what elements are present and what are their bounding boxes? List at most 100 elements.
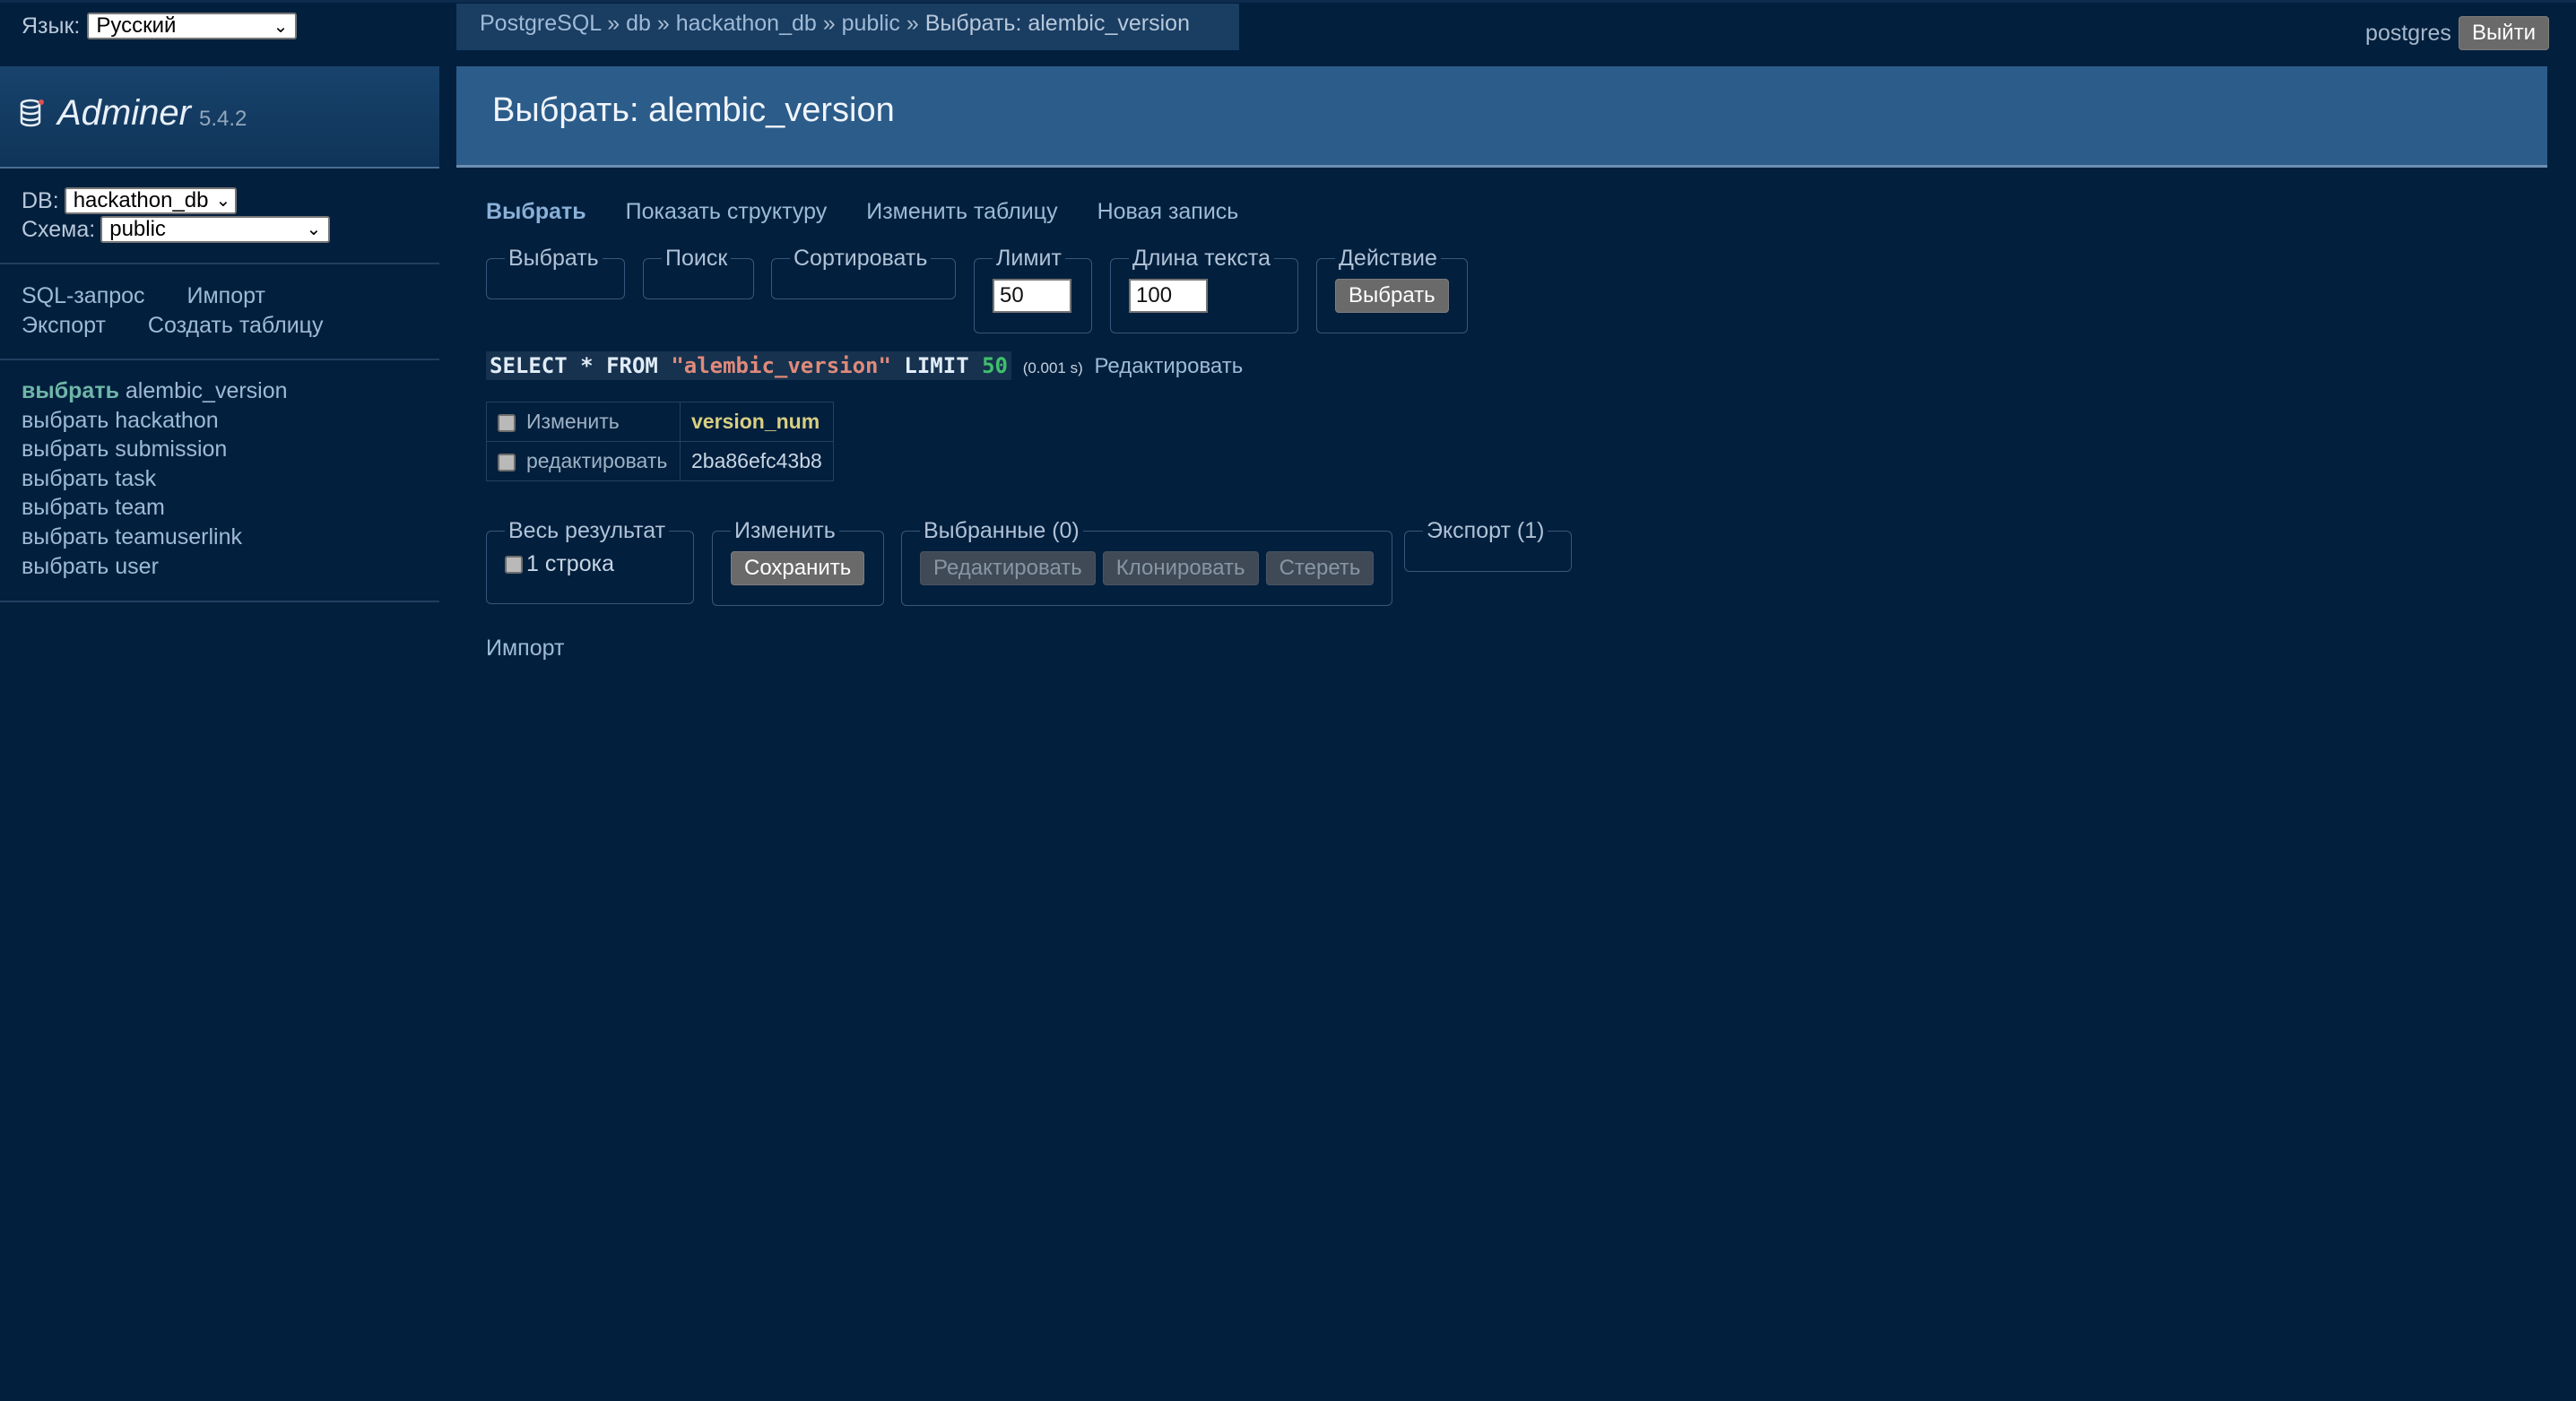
delete-button[interactable]: Стереть bbox=[1265, 551, 1375, 585]
export-legend[interactable]: Экспорт (1) bbox=[1423, 518, 1548, 544]
limit-legend: Лимит bbox=[996, 246, 1062, 271]
sidebar-item-submission: выбрать submission bbox=[22, 435, 288, 464]
schema-row: Схема: public ⌄ bbox=[22, 215, 331, 244]
page-header: Выбрать: alembic_version bbox=[456, 66, 2547, 168]
db-schema-selector: DB: hackathon_db ⌄ Схема: public ⌄ bbox=[22, 186, 331, 244]
select-submit-button[interactable]: Выбрать bbox=[1335, 279, 1449, 313]
select-link[interactable]: выбрать bbox=[22, 554, 108, 579]
cell-version-num: 2ba86efc43b8 bbox=[680, 441, 834, 481]
language-select-value: Русский bbox=[96, 13, 177, 38]
table-link[interactable]: submission bbox=[115, 437, 227, 462]
sql-keyword: FROM bbox=[606, 353, 658, 378]
row-edit-link[interactable]: редактировать bbox=[526, 449, 667, 472]
sidebar-tables: выбрать alembic_version выбрать hackatho… bbox=[22, 376, 288, 581]
language-select[interactable]: Русский ⌄ bbox=[87, 13, 298, 39]
table-row: редактировать 2ba86efc43b8 bbox=[486, 441, 834, 481]
breadcrumb-postgresql[interactable]: PostgreSQL bbox=[480, 11, 601, 36]
sidebar-item-user: выбрать user bbox=[22, 552, 288, 582]
select-columns-legend[interactable]: Выбрать bbox=[505, 246, 603, 272]
username: postgres bbox=[2365, 20, 2451, 46]
database-icon[interactable] bbox=[20, 99, 45, 137]
select-all-header: Изменить bbox=[486, 402, 681, 442]
breadcrumb-separator: » bbox=[607, 11, 620, 36]
whole-result-fieldset: Весь результат 1 строка bbox=[486, 518, 694, 604]
search-legend[interactable]: Поиск bbox=[662, 246, 731, 272]
selected-actions: Редактировать Клонировать Стереть bbox=[920, 551, 1375, 585]
whole-result-checkbox[interactable] bbox=[505, 555, 523, 574]
schema-label: Схема: bbox=[22, 217, 96, 242]
select-all-checkbox[interactable] bbox=[498, 413, 516, 432]
chevron-down-icon: ⌄ bbox=[215, 191, 231, 211]
db-select[interactable]: hackathon_db ⌄ bbox=[64, 187, 237, 214]
breadcrumb-current: Выбрать: alembic_version bbox=[924, 11, 1190, 36]
selected-legend: Выбранные (0) bbox=[924, 518, 1080, 543]
sql-query[interactable]: SELECT * FROM "alembic_version" LIMIT 50 bbox=[486, 351, 1012, 380]
import-link[interactable]: Импорт bbox=[187, 283, 265, 308]
schema-select[interactable]: public ⌄ bbox=[100, 216, 331, 243]
breadcrumb-schema[interactable]: public bbox=[842, 11, 900, 36]
edit-selected-button[interactable]: Редактировать bbox=[920, 551, 1096, 585]
text-length-input[interactable]: 100 bbox=[1129, 279, 1208, 313]
select-columns-fieldset[interactable]: Выбрать bbox=[486, 246, 625, 299]
modify-header-label: Изменить bbox=[526, 410, 620, 433]
modify-legend: Изменить bbox=[734, 518, 836, 543]
search-fieldset[interactable]: Поиск bbox=[643, 246, 754, 299]
selected-fieldset: Выбранные (0) Редактировать Клонировать … bbox=[901, 518, 1393, 606]
select-link[interactable]: выбрать bbox=[22, 495, 108, 520]
user-area: postgres Выйти bbox=[2365, 16, 2549, 50]
limit-input[interactable]: 50 bbox=[993, 279, 1071, 313]
brand-version: 5.4.2 bbox=[199, 107, 247, 131]
export-link[interactable]: Экспорт bbox=[22, 313, 106, 338]
table-link[interactable]: hackathon bbox=[115, 408, 218, 433]
clone-button[interactable]: Клонировать bbox=[1102, 551, 1259, 585]
breadcrumb-separator: » bbox=[906, 11, 919, 36]
table-link[interactable]: user bbox=[115, 554, 159, 579]
logout-button[interactable]: Выйти bbox=[2458, 16, 2549, 50]
tab-select[interactable]: Выбрать bbox=[486, 199, 586, 225]
table-link[interactable]: team bbox=[115, 495, 165, 520]
import-link-bottom[interactable]: Импорт bbox=[486, 636, 564, 662]
language-selector: Язык: Русский ⌄ bbox=[22, 13, 298, 39]
tab-alter-table[interactable]: Изменить таблицу bbox=[866, 199, 1057, 225]
sql-table-name: "alembic_version" bbox=[671, 353, 891, 378]
sql-command-link[interactable]: SQL-запрос bbox=[22, 283, 145, 308]
select-link[interactable]: выбрать bbox=[22, 524, 108, 549]
create-table-link[interactable]: Создать таблицу bbox=[148, 313, 324, 338]
column-header[interactable]: version_num bbox=[680, 402, 834, 442]
logo-bar: Adminer 5.4.2 bbox=[0, 66, 439, 169]
sort-fieldset[interactable]: Сортировать bbox=[771, 246, 956, 299]
breadcrumb-separator: » bbox=[656, 11, 670, 36]
brand-name[interactable]: Adminer bbox=[57, 93, 191, 134]
table-link[interactable]: task bbox=[115, 466, 156, 491]
sort-legend[interactable]: Сортировать bbox=[790, 246, 931, 272]
column-header-label: version_num bbox=[691, 410, 820, 433]
table-link[interactable]: alembic_version bbox=[126, 378, 288, 403]
table-link[interactable]: teamuserlink bbox=[115, 524, 242, 549]
export-fieldset[interactable]: Экспорт (1) bbox=[1404, 518, 1572, 572]
modify-fieldset: Изменить Сохранить bbox=[712, 518, 884, 606]
tab-structure[interactable]: Показать структуру bbox=[626, 199, 828, 225]
whole-result-count: 1 строка bbox=[526, 551, 614, 576]
select-link[interactable]: выбрать bbox=[22, 437, 108, 462]
tab-new-item[interactable]: Новая запись bbox=[1097, 199, 1239, 225]
edit-query-link[interactable]: Редактировать bbox=[1094, 354, 1243, 378]
select-link[interactable]: выбрать bbox=[22, 466, 108, 491]
results-table: Изменить version_num редактировать 2ba86… bbox=[486, 402, 834, 481]
db-select-value: hackathon_db bbox=[73, 188, 209, 212]
row-actions: редактировать bbox=[486, 441, 681, 481]
breadcrumb-database[interactable]: hackathon_db bbox=[676, 11, 817, 36]
sidebar-item-alembic-version: выбрать alembic_version bbox=[22, 376, 288, 406]
sidebar-divider bbox=[0, 359, 439, 360]
text-length-fieldset: Длина текста 100 bbox=[1110, 246, 1298, 333]
save-button[interactable]: Сохранить bbox=[731, 551, 865, 585]
table-header-row: Изменить version_num bbox=[486, 402, 834, 442]
top-border bbox=[0, 0, 2576, 3]
row-checkbox[interactable] bbox=[498, 453, 516, 471]
sidebar-commands: SQL-запрос Импорт Экспорт Создать таблиц… bbox=[22, 281, 359, 341]
action-legend: Действие bbox=[1339, 246, 1437, 271]
chevron-down-icon: ⌄ bbox=[306, 220, 322, 239]
language-label: Язык: bbox=[22, 13, 81, 39]
breadcrumb-db[interactable]: db bbox=[626, 11, 651, 36]
select-link[interactable]: выбрать bbox=[22, 378, 119, 403]
select-link[interactable]: выбрать bbox=[22, 408, 108, 433]
